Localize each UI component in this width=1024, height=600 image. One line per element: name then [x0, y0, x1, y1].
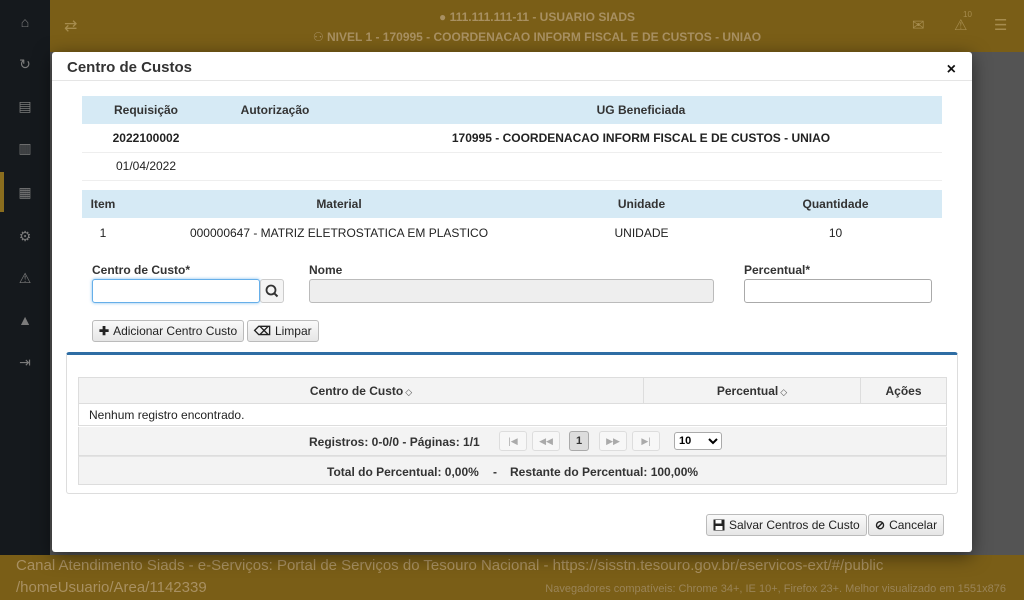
col-autorizacao: Autorização [210, 96, 340, 124]
first-page-icon[interactable]: |◀ [499, 431, 527, 451]
col-unidade: Unidade [554, 190, 729, 218]
search-button[interactable] [260, 279, 284, 303]
search-icon [265, 284, 279, 298]
item-table: Item Material Unidade Quantidade 1 00000… [82, 190, 942, 248]
empty-message: Nenhum registro encontrado. [78, 403, 947, 426]
col-ug-beneficiada: UG Beneficiada [340, 96, 942, 124]
floppy-disk-icon [713, 519, 725, 531]
barcode-icon[interactable]: ▥ [0, 140, 50, 157]
notification-badge: 10 [963, 10, 972, 19]
page-1-button[interactable]: 1 [569, 431, 589, 451]
warning-icon[interactable]: ⚠ [0, 270, 50, 287]
authorization-value [210, 124, 340, 153]
add-cost-center-button[interactable]: ✚ Adicionar Centro Custo [92, 320, 245, 342]
next-page-icon[interactable]: ▶▶ [599, 431, 627, 451]
home-icon[interactable]: ⌂ [0, 14, 50, 30]
level-info: ⚇ NIVEL 1 - 170995 - COORDENACAO INFORM … [312, 30, 762, 44]
logout-icon[interactable]: ⇥ [0, 354, 50, 371]
settings-icon[interactable]: ⚙ [0, 228, 50, 245]
cancel-label: Cancelar [889, 518, 938, 532]
remaining-percentual: Restante do Percentual: 100,00% [510, 465, 699, 479]
col-percentual[interactable]: Percentual ◇ [643, 377, 861, 404]
footer-line-1: Canal Atendimento Siads - e-Serviços: Po… [16, 557, 884, 574]
save-cost-centers-label: Salvar Centros de Custo [729, 518, 860, 532]
clear-label: Limpar [274, 324, 312, 338]
table-row: 1 000000647 - MATRIZ ELETROSTATICA EM PL… [82, 218, 942, 248]
nome-label: Nome [309, 263, 343, 277]
add-cost-center-label: Adicionar Centro Custo [113, 324, 238, 338]
graduation-icon[interactable]: ▲ [0, 312, 50, 328]
records-info: Registros: 0-0/0 - Páginas: 1/1 [309, 435, 480, 449]
sort-icon: ◇ [780, 386, 788, 397]
requisition-table: Requisição Autorização UG Beneficiada 20… [82, 96, 942, 181]
item-number: 1 [99, 226, 107, 240]
modal-title: Centro de Custos [67, 59, 193, 76]
plus-icon: ✚ [99, 324, 110, 338]
cost-center-modal: Centro de Custos × Requisição Autorizaçã… [52, 52, 972, 552]
modal-header: Centro de Custos × [52, 52, 972, 81]
item-material: 000000647 - MATRIZ ELETROSTATICA EM PLAS… [189, 226, 489, 240]
col-material: Material [124, 190, 554, 218]
requisition-date: 01/04/2022 [82, 152, 210, 181]
total-percentual: Total do Percentual: 0,00% [327, 465, 479, 479]
requisition-number: 2022100002 [82, 124, 210, 153]
ban-icon: ⊘ [875, 518, 886, 532]
col-quantidade: Quantidade [729, 190, 942, 218]
app-sidebar: ⌂ ↻ ▤ ▥ ▦ ⚙ ⚠ ▲ ⇥ [0, 0, 50, 555]
close-icon[interactable]: × [947, 62, 956, 78]
archive-icon[interactable]: ▦ [0, 184, 50, 201]
item-unidade: UNIDADE [614, 226, 669, 240]
percentual-input[interactable] [744, 279, 932, 303]
table-row: Nenhum registro encontrado. [78, 403, 947, 426]
last-page-icon[interactable]: ▶| [632, 431, 660, 451]
centro-custo-label: Centro de Custo* [92, 263, 191, 277]
item-quantidade: 10 [828, 226, 843, 240]
clear-button[interactable]: ⌫ Limpar [247, 320, 319, 342]
prev-page-icon[interactable]: ◀◀ [532, 431, 560, 451]
totals-bar: Total do Percentual: 0,00% - Restante do… [78, 456, 947, 485]
save-cost-centers-button[interactable]: Salvar Centros de Custo [706, 514, 867, 536]
eraser-icon: ⌫ [254, 324, 271, 338]
sort-icon: ◇ [405, 386, 413, 397]
col-acoes: Ações [860, 377, 947, 404]
paginator: Registros: 0-0/0 - Páginas: 1/1 |◀ ◀◀ 1 … [78, 427, 947, 456]
hamburger-icon[interactable]: ☰ [994, 16, 1007, 34]
mail-icon[interactable]: ✉ [912, 16, 925, 34]
totals-separator: - [493, 465, 497, 479]
refresh-icon[interactable]: ↻ [0, 56, 50, 73]
percentual-label: Percentual* [744, 263, 811, 277]
cost-center-grid: Centro de Custo ◇ Percentual ◇ Ações Nenhu… [78, 377, 947, 426]
footer-browsers: Navegadores compatíveis: Chrome 34+, IE … [545, 583, 1006, 595]
app-header: ⇄ ● 111.111.111-11 - USUARIO SIADS ⚇ NIV… [50, 0, 1024, 52]
document-icon[interactable]: ▤ [0, 98, 50, 115]
ug-beneficiada-value: 170995 - COORDENACAO INFORM FISCAL E DE … [340, 124, 942, 153]
col-item: Item [82, 190, 124, 218]
col-requisicao: Requisição [82, 96, 210, 124]
cost-center-panel: Centro de Custo ◇ Percentual ◇ Ações Nenhu… [66, 352, 958, 494]
nome-input[interactable] [309, 279, 714, 303]
centro-custo-input[interactable] [92, 279, 260, 303]
page-size-select[interactable]: 10 [674, 432, 722, 450]
footer-line-2: /homeUsuario/Area/1142339 [16, 579, 207, 596]
cancel-button[interactable]: ⊘ Cancelar [868, 514, 945, 536]
user-info: ● 111.111.111-11 - USUARIO SIADS [438, 10, 636, 24]
col-centro-custo[interactable]: Centro de Custo ◇ [78, 377, 644, 404]
app-footer: Canal Atendimento Siads - e-Serviços: Po… [0, 555, 1024, 600]
